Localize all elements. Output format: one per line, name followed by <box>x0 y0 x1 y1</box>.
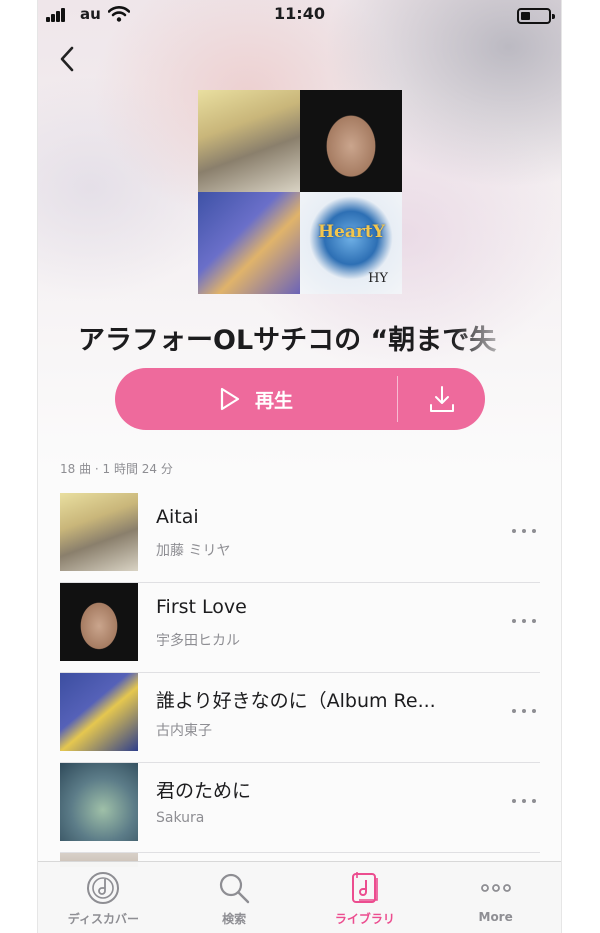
track-artwork <box>60 493 138 571</box>
track-artist: 加藤 ミリヤ <box>156 543 231 559</box>
battery-icon <box>517 8 555 24</box>
playlist-summary: 18 曲 · 1 時間 24 分 <box>60 462 173 476</box>
chevron-left-icon <box>60 46 74 72</box>
tab-label: ディスカバー <box>67 912 139 926</box>
back-button[interactable] <box>56 44 80 74</box>
track-title: First Love <box>156 596 247 618</box>
track-title: 君のために <box>156 780 252 802</box>
tab-more[interactable]: More <box>430 862 561 933</box>
download-icon <box>429 386 454 412</box>
search-icon <box>220 873 250 904</box>
tab-library[interactable]: ライブラリ <box>300 862 431 933</box>
tab-discover[interactable]: ディスカバー <box>38 862 169 933</box>
track-row[interactable]: Aitai 加藤 ミリヤ <box>60 493 540 583</box>
artwork-tile-1 <box>198 90 300 192</box>
action-bar: 再生 <box>115 368 485 430</box>
track-artwork <box>60 583 138 661</box>
artwork-tile-2 <box>300 90 402 192</box>
track-title: Aitai <box>156 506 199 528</box>
track-row[interactable]: 君のために Sakura <box>60 763 540 853</box>
track-artwork <box>60 763 138 841</box>
track-artist: 古内東子 <box>156 723 212 739</box>
play-button[interactable]: 再生 <box>115 368 397 430</box>
track-artist: 宇多田ヒカル <box>156 633 240 649</box>
more-options-icon[interactable] <box>512 523 536 539</box>
phone-screen: au 11:40 HeartY HY アラフォーOLサチコの “朝まで失 再生 <box>37 0 562 933</box>
more-options-icon[interactable] <box>512 793 536 809</box>
more-icon <box>480 884 511 892</box>
tab-label: 検索 <box>222 912 247 926</box>
track-title: 誰より好きなのに（Album Re... <box>156 690 436 712</box>
artwork-hy-text: HY <box>368 271 388 286</box>
more-options-icon[interactable] <box>512 703 536 719</box>
tab-label: More <box>478 910 513 924</box>
download-button[interactable] <box>398 368 485 430</box>
track-row[interactable]: 誰より好きなのに（Album Re... 古内東子 <box>60 673 540 763</box>
artwork-logo-text: HeartY <box>318 222 385 242</box>
track-list: Aitai 加藤 ミリヤ First Love 宇多田ヒカル 誰より好きなのに（… <box>60 493 540 873</box>
status-bar: au 11:40 <box>38 0 561 30</box>
play-label: 再生 <box>254 389 293 412</box>
track-artwork <box>60 673 138 751</box>
track-artist: Sakura <box>156 810 205 826</box>
more-options-icon[interactable] <box>512 613 536 629</box>
tab-search[interactable]: 検索 <box>169 862 300 933</box>
playlist-artwork: HeartY HY <box>198 90 402 294</box>
library-icon <box>351 872 378 903</box>
tab-bar: ディスカバー 検索 ライブラリ More <box>38 861 561 933</box>
track-row[interactable]: First Love 宇多田ヒカル <box>60 583 540 673</box>
discover-icon <box>87 872 120 904</box>
artwork-tile-4: HeartY HY <box>300 192 402 294</box>
play-icon <box>220 387 240 411</box>
status-time: 11:40 <box>274 4 325 23</box>
playlist-title: アラフォーOLサチコの “朝まで失 <box>78 325 497 356</box>
artwork-tile-3 <box>198 192 300 294</box>
tab-label: ライブラリ <box>334 912 395 926</box>
